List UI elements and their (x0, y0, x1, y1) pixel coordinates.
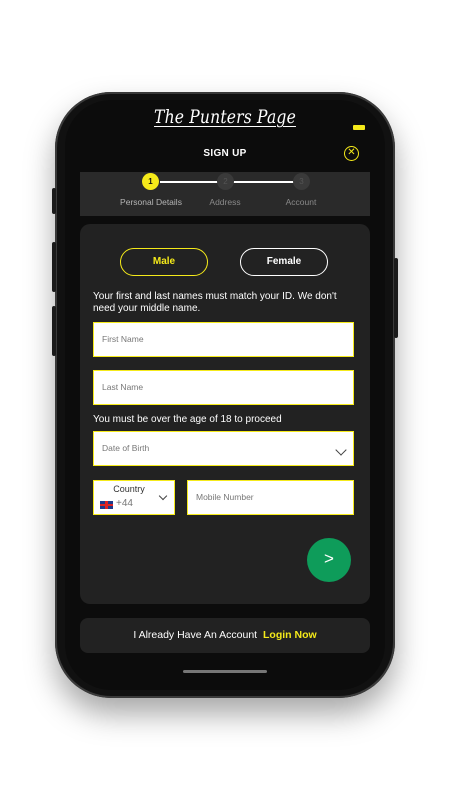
name-note: Your first and last names must match you… (93, 291, 337, 314)
next-button[interactable]: > (307, 538, 351, 582)
step-connector-1 (160, 181, 220, 183)
date-of-birth-select[interactable]: Date of Birth (93, 431, 354, 466)
stage: The Punters Page SIGN UP ✕ 1 2 3 Persona… (0, 0, 450, 801)
login-prompt-text: I Already Have An Account (133, 629, 258, 641)
step-1-label: Personal Details (120, 197, 182, 207)
dial-code: +44 (116, 498, 133, 509)
volume-down-button (52, 306, 56, 356)
personal-details-form: Male Female Your first and last names mu… (80, 224, 370, 604)
step-3-indicator: 3 (293, 173, 310, 190)
login-prompt: I Already Have An Account Login Now (80, 618, 370, 653)
step-2-indicator: 2 (217, 173, 234, 190)
screen: The Punters Page SIGN UP ✕ 1 2 3 Persona… (65, 100, 385, 690)
age-note: You must be over the age of 18 to procee… (93, 414, 282, 425)
dob-placeholder: Date of Birth (102, 443, 150, 453)
page-title: SIGN UP (203, 148, 247, 159)
step-connector-2 (232, 181, 294, 183)
male-button[interactable]: Male (120, 248, 208, 276)
chevron-down-icon (158, 491, 168, 501)
mute-switch (52, 188, 56, 214)
power-button (394, 258, 398, 338)
brand-logo: The Punters Page (154, 106, 296, 128)
battery-icon (353, 125, 365, 130)
step-1-indicator: 1 (142, 173, 159, 190)
mobile-number-field[interactable]: Mobile Number (187, 480, 354, 515)
country-label: Country (113, 484, 145, 494)
step-3-label: Account (285, 197, 317, 207)
close-icon[interactable]: ✕ (344, 146, 359, 161)
home-indicator (183, 670, 267, 673)
chevron-down-icon (335, 444, 347, 456)
step-2-label: Address (209, 197, 241, 207)
first-name-field[interactable]: First Name (93, 322, 354, 357)
last-name-field[interactable]: Last Name (93, 370, 354, 405)
login-now-link[interactable]: Login Now (263, 629, 317, 641)
volume-up-button (52, 242, 56, 292)
uk-flag-icon (100, 501, 113, 509)
female-button[interactable]: Female (240, 248, 328, 276)
country-select[interactable]: Country +44 (93, 480, 175, 515)
phone-frame: The Punters Page SIGN UP ✕ 1 2 3 Persona… (52, 92, 398, 698)
